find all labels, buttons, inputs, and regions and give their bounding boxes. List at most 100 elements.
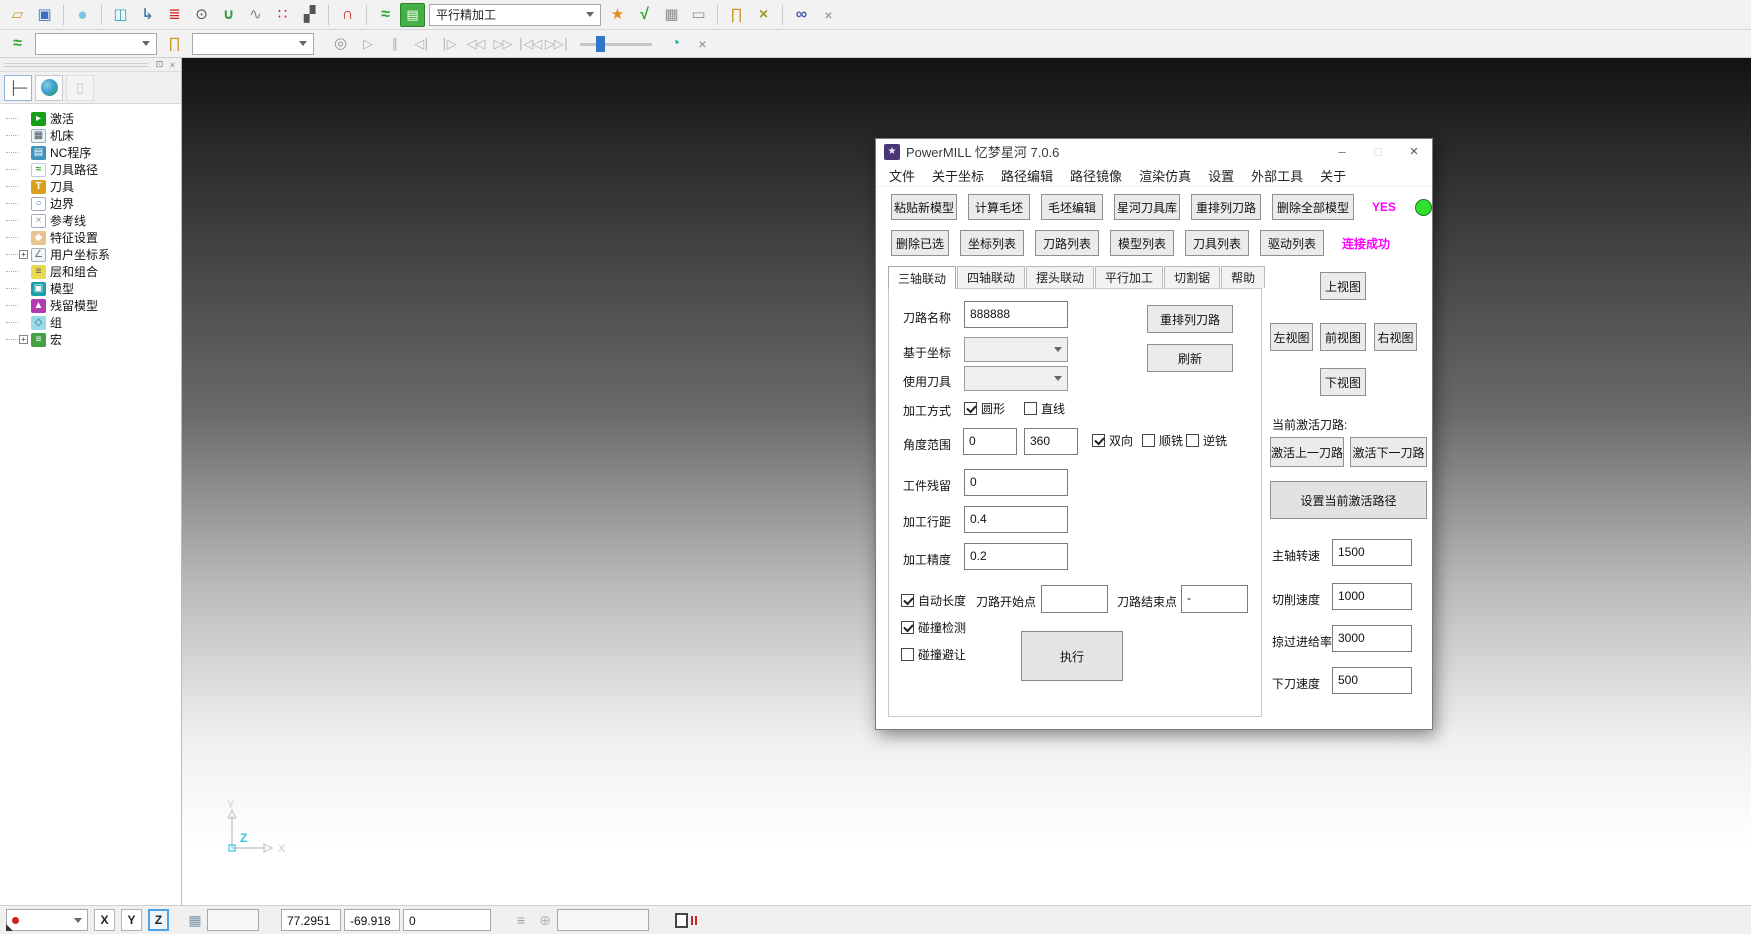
toolpath-list-button[interactable]: 刀路列表 xyxy=(1035,230,1099,256)
climb-checkbox[interactable]: 顺铣 xyxy=(1142,432,1183,449)
tree-item[interactable]: ▲ 残留模型 xyxy=(6,297,181,314)
pause-icon[interactable]: ∥ xyxy=(382,32,407,56)
strategy-list-icon[interactable]: ▤ xyxy=(400,3,425,27)
menu-item[interactable]: 外部工具 xyxy=(1251,166,1303,185)
menu-item[interactable]: 文件 xyxy=(889,166,915,185)
close-button[interactable]: × xyxy=(1396,139,1432,164)
left-view-button[interactable]: 左视图 xyxy=(1270,323,1313,351)
angle-from-input[interactable]: 0 xyxy=(963,428,1017,455)
bottom-view-button[interactable]: 下视图 xyxy=(1320,368,1366,396)
points-create-icon[interactable]: ∷ xyxy=(270,3,295,27)
rearrange-toolpaths-button[interactable]: 重排列刀路 xyxy=(1191,194,1261,220)
tool-select[interactable] xyxy=(964,366,1068,391)
bidirectional-checkbox[interactable]: 双向 xyxy=(1092,432,1133,449)
spindle-speed-input[interactable]: 1500 xyxy=(1332,539,1412,566)
activate-prev-toolpath-button[interactable]: 激活上一刀路 xyxy=(1270,437,1344,467)
angle-to-input[interactable]: 360 xyxy=(1024,428,1078,455)
grid-icon[interactable]: ▦ xyxy=(183,909,207,931)
clock-icon[interactable]: ◔ xyxy=(663,32,688,56)
axis-z-button[interactable]: Z xyxy=(148,909,169,931)
close-panel-button[interactable]: × xyxy=(166,59,179,71)
toolpath-name-input[interactable]: 888888 xyxy=(964,301,1068,328)
pages-icon[interactable] xyxy=(675,913,688,928)
stock-edit-button[interactable]: 毛坯编辑 xyxy=(1041,194,1103,220)
tree-item[interactable]: T 刀具 xyxy=(6,178,181,195)
collision-check-checkbox[interactable]: 碰撞检测 xyxy=(901,619,966,636)
circle-checkbox[interactable]: 圆形 xyxy=(964,400,1005,417)
grid-size-input[interactable] xyxy=(207,909,259,931)
tree-item[interactable]: ◆ 特征设置 xyxy=(6,229,181,246)
globe-view-button[interactable] xyxy=(35,75,63,101)
tab-help[interactable]: 帮助 xyxy=(1221,266,1265,288)
menu-item[interactable]: 路径编辑 xyxy=(1001,166,1053,185)
tab-cutting-saw[interactable]: 切割锯 xyxy=(1164,266,1220,288)
tree-item[interactable]: ▸ 激活 xyxy=(6,110,181,127)
verify-icon[interactable]: √ xyxy=(632,3,657,27)
step-back-icon[interactable]: ◁∣ xyxy=(409,32,434,56)
cutting-feed-input[interactable]: 1000 xyxy=(1332,583,1412,610)
feature-create-icon[interactable]: ▞ xyxy=(297,3,322,27)
toolpath-create-icon[interactable]: ↳ xyxy=(135,3,160,27)
execute-button[interactable]: 执行 xyxy=(1021,631,1123,681)
nc-program-create-icon[interactable]: ≣ xyxy=(162,3,187,27)
tool-list-button[interactable]: 刀具列表 xyxy=(1185,230,1249,256)
delete-all-models-button[interactable]: 删除全部模型 xyxy=(1272,194,1354,220)
activate-next-toolpath-button[interactable]: 激活下一刀路 xyxy=(1350,437,1427,467)
sim-toolpath-combo[interactable] xyxy=(35,33,157,55)
tool-swap-icon[interactable]: ∏ xyxy=(724,3,749,27)
fast-forward-icon[interactable]: ▷▷ xyxy=(490,32,515,56)
plunge-feed-input[interactable]: 500 xyxy=(1332,667,1412,694)
tab-parallel[interactable]: 平行加工 xyxy=(1095,266,1163,288)
toolholder-icon[interactable]: ∩ xyxy=(335,3,360,27)
sim-tool-combo[interactable] xyxy=(192,33,314,55)
tree-expander[interactable]: + xyxy=(19,335,28,344)
axis-y-button[interactable]: Y xyxy=(121,909,142,931)
rearrange-button[interactable]: 重排列刀路 xyxy=(1147,305,1233,333)
maximize-button[interactable]: □ xyxy=(1360,139,1396,164)
set-active-path-button[interactable]: 设置当前激活路径 xyxy=(1270,481,1427,519)
tab-3axis-linkage[interactable]: 三轴联动 xyxy=(888,266,956,289)
stock-allowance-input[interactable]: 0 xyxy=(964,469,1068,496)
tree-item[interactable]: + ≡ 宏 xyxy=(6,331,181,348)
tree-item[interactable]: ▤ NC程序 xyxy=(6,144,181,161)
refresh-button[interactable]: 刷新 xyxy=(1147,344,1233,372)
top-view-button[interactable]: 上视图 xyxy=(1320,272,1366,300)
tree-item[interactable]: ≈ 刀具路径 xyxy=(6,161,181,178)
panel-drag-handle[interactable] xyxy=(4,63,149,67)
tab-swivel-head[interactable]: 摆头联动 xyxy=(1026,266,1094,288)
paste-new-model-button[interactable]: 粘贴新模型 xyxy=(891,194,957,220)
calculator-icon[interactable]: ▦ xyxy=(659,3,684,27)
drive-list-button[interactable]: 驱动列表 xyxy=(1260,230,1324,256)
workplane-field[interactable] xyxy=(557,909,649,931)
model-list-button[interactable]: 模型列表 xyxy=(1110,230,1174,256)
skim-feed-input[interactable]: 3000 xyxy=(1332,625,1412,652)
minimize-button[interactable]: – xyxy=(1324,139,1360,164)
collision-check-icon[interactable]: ★ xyxy=(605,3,630,27)
block-icon[interactable]: ◫ xyxy=(108,3,133,27)
graphics-viewport[interactable]: Y X Z ★ PowerMILL 忆梦星河 7.0.6 – □ × 文件关于坐… xyxy=(182,58,1751,905)
lightbulb-icon[interactable]: ◎ xyxy=(328,32,353,56)
tree-item[interactable]: ≡ 层和组合 xyxy=(6,263,181,280)
ruler-icon[interactable]: ▭ xyxy=(686,3,711,27)
simulation-speed-slider[interactable] xyxy=(580,34,652,54)
strategy-combo[interactable]: 平行精加工 xyxy=(429,4,601,26)
tree-item[interactable]: ▣ 模型 xyxy=(6,280,181,297)
collision-avoid-checkbox[interactable]: 碰撞避让 xyxy=(901,646,966,663)
go-end-icon[interactable]: ▷▷∣ xyxy=(544,32,569,56)
tree-view-button[interactable]: ├─ xyxy=(4,75,32,101)
coord-list-button[interactable]: 坐标列表 xyxy=(960,230,1024,256)
go-start-icon[interactable]: ∣◁◁ xyxy=(517,32,542,56)
tree-item[interactable]: ○ 边界 xyxy=(6,195,181,212)
open-file-icon[interactable]: ▱ xyxy=(5,3,30,27)
tool-create-icon[interactable]: ⊙ xyxy=(189,3,214,27)
tree-item[interactable]: + ∠ 用户坐标系 xyxy=(6,246,181,263)
menu-item[interactable]: 渲染仿真 xyxy=(1139,166,1191,185)
menu-item[interactable]: 关于坐标 xyxy=(932,166,984,185)
front-view-button[interactable]: 前视图 xyxy=(1320,323,1366,351)
float-panel-button[interactable]: ⊡ xyxy=(153,59,166,71)
menu-item[interactable]: 设置 xyxy=(1208,166,1234,185)
tree-item[interactable]: × 参考线 xyxy=(6,212,181,229)
trash-button[interactable]: ▯ xyxy=(66,75,94,101)
right-view-button[interactable]: 右视图 xyxy=(1374,323,1417,351)
tab-4axis-linkage[interactable]: 四轴联动 xyxy=(957,266,1025,288)
